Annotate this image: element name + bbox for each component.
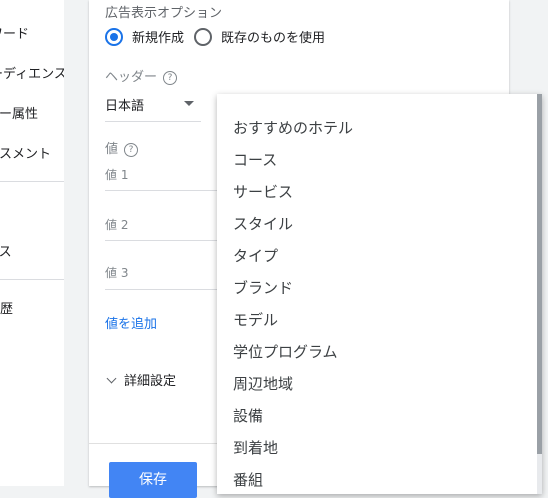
help-icon[interactable]: ? — [124, 142, 139, 157]
sidebar-item-history[interactable]: 履歴 — [0, 298, 13, 317]
sidebar-item-label: ダー属性 — [0, 107, 39, 122]
menu-item[interactable]: スタイル — [233, 213, 293, 234]
advanced-settings-label: 詳細設定 — [124, 374, 177, 389]
sidebar-item-label: ワード — [0, 27, 30, 42]
sidebar-item-keywords[interactable]: ワード — [0, 23, 29, 42]
save-button[interactable]: 保存 — [109, 462, 197, 498]
sidebar-item-assessments[interactable]: セスメント — [0, 143, 51, 162]
value2-underline — [105, 240, 217, 241]
advanced-settings-toggle[interactable]: 詳細設定 — [105, 370, 176, 389]
values-label: 値? — [105, 138, 139, 157]
chevron-down-icon[interactable] — [184, 101, 194, 106]
menu-item[interactable]: おすすめのホテル — [233, 117, 353, 138]
menu-scrollbar-thumb[interactable] — [537, 94, 542, 454]
menu-item[interactable]: タイプ — [233, 245, 278, 266]
add-value-link[interactable]: 値を追加 — [105, 313, 157, 332]
sidebar-item-demographics[interactable]: ダー属性 — [0, 103, 38, 122]
sidebar-divider — [0, 181, 64, 182]
left-navigation: ワード ーディエンス ダー属性 セスメント イス 履歴 — [0, 0, 64, 486]
radio-existing-label[interactable]: 既存のものを使用 — [221, 27, 325, 46]
header-select[interactable]: 日本語 — [105, 95, 144, 114]
value3-input[interactable]: 値 3 — [105, 264, 128, 281]
sidebar-item-label: イス — [0, 245, 12, 260]
ad-extension-options-label: 広告表示オプション — [105, 6, 223, 21]
chevron-down-icon — [106, 373, 117, 383]
menu-item[interactable]: ブランド — [233, 277, 293, 298]
menu-item[interactable]: 設備 — [233, 405, 263, 426]
sidebar-item-devices[interactable]: イス — [0, 241, 12, 260]
sidebar-item-label: ーディエンス — [0, 67, 64, 82]
menu-item[interactable]: モデル — [233, 309, 278, 330]
menu-item[interactable]: 到着地 — [233, 437, 278, 458]
header-select-underline — [105, 121, 201, 122]
values-label-text: 値 — [105, 142, 119, 157]
sidebar-item-audience[interactable]: ーディエンス — [0, 63, 64, 82]
value1-underline — [105, 190, 217, 191]
sidebar-item-label: 履歴 — [0, 302, 14, 317]
header-field-label: ヘッダー? — [105, 66, 178, 85]
radio-existing[interactable] — [194, 27, 213, 46]
menu-item[interactable]: コース — [233, 149, 277, 170]
menu-item[interactable]: 周辺地域 — [233, 373, 293, 394]
value2-input[interactable]: 値 2 — [105, 216, 128, 233]
menu-item[interactable]: 学位プログラム — [233, 341, 338, 362]
radio-new-label[interactable]: 新規作成 — [132, 27, 184, 46]
menu-item[interactable]: サービス — [233, 181, 293, 202]
value1-input[interactable]: 値 1 — [105, 166, 128, 183]
sidebar-divider — [0, 279, 64, 280]
header-options-dropdown: おすすめのホテル コース サービス スタイル タイプ ブランド モデル 学位プロ… — [217, 94, 542, 494]
extension-source-radio-group: 新規作成 既存のものを使用 — [105, 27, 335, 46]
header-label-text: ヘッダー — [105, 70, 158, 85]
help-icon[interactable]: ? — [163, 70, 178, 85]
radio-new[interactable] — [105, 27, 123, 46]
sidebar-item-label: セスメント — [0, 147, 52, 162]
value3-underline — [105, 289, 217, 290]
menu-item[interactable]: 番組 — [233, 469, 263, 490]
